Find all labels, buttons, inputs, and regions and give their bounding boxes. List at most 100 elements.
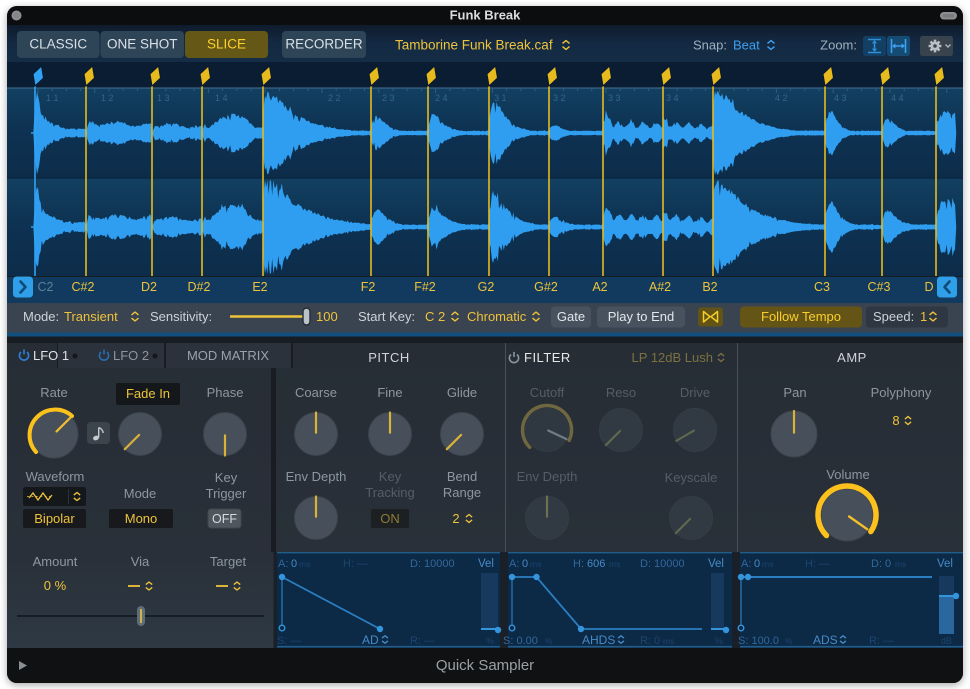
svg-text:Fine: Fine bbox=[377, 385, 402, 400]
svg-text:2 3: 2 3 bbox=[382, 93, 395, 103]
svg-text:4 2: 4 2 bbox=[775, 93, 788, 103]
svg-text:PITCH: PITCH bbox=[368, 350, 410, 365]
svg-text:ON: ON bbox=[380, 511, 400, 526]
svg-text:D#2: D#2 bbox=[188, 280, 211, 294]
svg-text:Snap:: Snap: bbox=[693, 38, 727, 53]
svg-text:Cutoff: Cutoff bbox=[530, 385, 565, 400]
svg-text:Bend: Bend bbox=[447, 469, 477, 484]
svg-text:2 2: 2 2 bbox=[328, 93, 341, 103]
svg-text:dB: dB bbox=[941, 636, 952, 646]
svg-text:Tracking: Tracking bbox=[365, 485, 414, 500]
svg-text:LP 12dB Lush: LP 12dB Lush bbox=[632, 350, 713, 365]
svg-text:A#2: A#2 bbox=[649, 280, 671, 294]
svg-text:Volume: Volume bbox=[826, 467, 869, 482]
svg-text:F#2: F#2 bbox=[414, 280, 436, 294]
svg-text:ms: ms bbox=[530, 559, 541, 569]
svg-text:Rate: Rate bbox=[40, 385, 67, 400]
svg-text:3 3: 3 3 bbox=[608, 93, 621, 103]
svg-text:LFO 1: LFO 1 bbox=[33, 348, 69, 363]
svg-text:Key: Key bbox=[379, 469, 402, 484]
svg-text:MOD MATRIX: MOD MATRIX bbox=[187, 348, 269, 363]
svg-text:Follow Tempo: Follow Tempo bbox=[761, 309, 841, 324]
svg-text:A:: A: bbox=[509, 558, 519, 570]
svg-text:Via: Via bbox=[131, 554, 150, 569]
svg-text:Bipolar: Bipolar bbox=[34, 511, 75, 526]
svg-text:ms: ms bbox=[299, 559, 310, 569]
svg-text:Gate: Gate bbox=[557, 309, 585, 324]
svg-text:Play to End: Play to End bbox=[608, 309, 675, 324]
svg-text:Chromatic: Chromatic bbox=[467, 309, 527, 324]
svg-text:C#3: C#3 bbox=[868, 280, 891, 294]
svg-text:Phase: Phase bbox=[207, 385, 244, 400]
svg-text:H: —: H: — bbox=[805, 558, 830, 570]
svg-text:4 4: 4 4 bbox=[891, 93, 904, 103]
svg-text:A2: A2 bbox=[592, 280, 607, 294]
svg-text:%: % bbox=[545, 636, 553, 646]
svg-text:R: 0: R: 0 bbox=[640, 635, 660, 647]
svg-text:S: —: S: — bbox=[277, 635, 301, 647]
svg-text:ms: ms bbox=[609, 559, 620, 569]
svg-text:C2: C2 bbox=[38, 280, 54, 294]
svg-text:3 2: 3 2 bbox=[553, 93, 566, 103]
svg-text:%: % bbox=[715, 636, 723, 646]
svg-text:Transient: Transient bbox=[64, 309, 118, 324]
svg-text:1 3: 1 3 bbox=[157, 93, 170, 103]
svg-text:Amount: Amount bbox=[33, 554, 78, 569]
svg-text:Target: Target bbox=[210, 554, 247, 569]
svg-text:R: —: R: — bbox=[410, 635, 435, 647]
svg-text:CLASSIC: CLASSIC bbox=[29, 37, 87, 52]
svg-text:8: 8 bbox=[892, 413, 899, 428]
svg-text:D: 0: D: 0 bbox=[871, 558, 891, 570]
svg-text:Waveform: Waveform bbox=[26, 469, 85, 484]
svg-text:Quick Sampler: Quick Sampler bbox=[436, 657, 534, 674]
svg-text:A:: A: bbox=[278, 558, 288, 570]
svg-text:G#2: G#2 bbox=[534, 280, 558, 294]
svg-text:4 3: 4 3 bbox=[834, 93, 847, 103]
svg-text:S: 0.00: S: 0.00 bbox=[503, 635, 538, 647]
svg-text:C3: C3 bbox=[814, 280, 830, 294]
svg-text:D: 10000: D: 10000 bbox=[640, 558, 685, 570]
svg-text:1: 1 bbox=[920, 309, 927, 324]
svg-text:Speed:: Speed: bbox=[873, 309, 914, 324]
svg-text:D: D bbox=[924, 280, 933, 294]
svg-text:Trigger: Trigger bbox=[206, 486, 247, 501]
svg-text:Fade In: Fade In bbox=[126, 386, 170, 401]
svg-text:Env Depth: Env Depth bbox=[517, 469, 578, 484]
svg-text:S: 100.0: S: 100.0 bbox=[738, 635, 779, 647]
svg-text:%: % bbox=[785, 636, 793, 646]
svg-text:3 4: 3 4 bbox=[666, 93, 679, 103]
svg-text:LFO 2: LFO 2 bbox=[113, 348, 149, 363]
svg-text:Range: Range bbox=[443, 485, 481, 500]
svg-text:Beat: Beat bbox=[733, 38, 760, 53]
svg-text:1 4: 1 4 bbox=[215, 93, 228, 103]
svg-text:C 2: C 2 bbox=[425, 309, 445, 324]
svg-text:F2: F2 bbox=[361, 280, 376, 294]
svg-text:D2: D2 bbox=[141, 280, 157, 294]
svg-text:606: 606 bbox=[587, 558, 605, 570]
svg-text:AMP: AMP bbox=[837, 350, 867, 365]
svg-text:Vel: Vel bbox=[937, 558, 953, 570]
svg-text:%: % bbox=[486, 636, 494, 646]
svg-text:Vel: Vel bbox=[708, 558, 724, 570]
svg-text:0 %: 0 % bbox=[44, 578, 67, 593]
svg-text:Drive: Drive bbox=[680, 385, 710, 400]
svg-text:AD: AD bbox=[362, 633, 379, 647]
svg-text:Tamborine Funk Break.caf: Tamborine Funk Break.caf bbox=[395, 38, 553, 53]
svg-text:Coarse: Coarse bbox=[295, 385, 337, 400]
svg-text:ADS: ADS bbox=[813, 633, 838, 647]
svg-text:ms: ms bbox=[895, 559, 906, 569]
svg-text:D: 10000: D: 10000 bbox=[410, 558, 455, 570]
svg-text:Mono: Mono bbox=[125, 511, 158, 526]
svg-text:Reso: Reso bbox=[606, 385, 636, 400]
svg-text:G2: G2 bbox=[478, 280, 495, 294]
svg-text:100: 100 bbox=[316, 309, 338, 324]
svg-text:A:: A: bbox=[741, 558, 751, 570]
svg-text:R: —: R: — bbox=[869, 635, 894, 647]
svg-text:0: 0 bbox=[522, 558, 528, 570]
svg-text:Keyscale: Keyscale bbox=[665, 470, 718, 485]
svg-text:Polyphony: Polyphony bbox=[871, 385, 932, 400]
svg-text:Pan: Pan bbox=[783, 385, 806, 400]
svg-text:H:: H: bbox=[573, 558, 584, 570]
svg-text:2: 2 bbox=[452, 511, 459, 526]
svg-text:1 1: 1 1 bbox=[46, 93, 59, 103]
